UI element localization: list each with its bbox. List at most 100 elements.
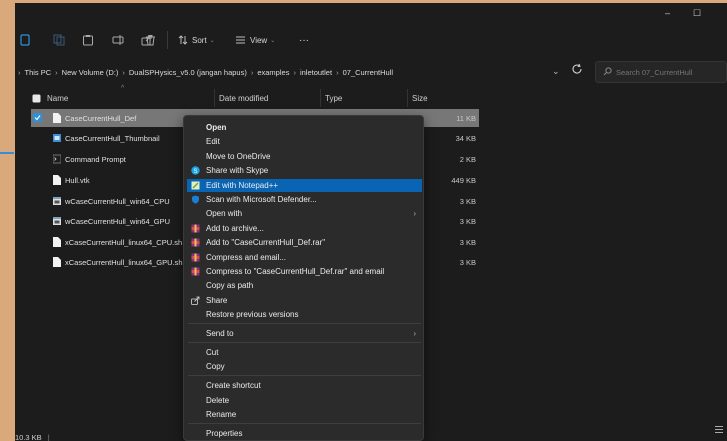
menu-item-share[interactable]: Share: [187, 294, 422, 307]
more-options-button[interactable]: ···: [299, 32, 309, 48]
chevron-right-icon: ›: [413, 209, 416, 218]
winrar-icon: [191, 267, 200, 276]
details-view-icon[interactable]: [714, 425, 724, 436]
column-header-type[interactable]: Type: [325, 89, 342, 107]
chevron-right-icon: ›: [336, 67, 339, 77]
menu-item-label: Edit with Notepad++: [206, 181, 279, 190]
batch-icon: [53, 197, 61, 205]
breadcrumb-this-pc[interactable]: This PC: [25, 68, 52, 77]
menu-item-scan-defender[interactable]: Scan with Microsoft Defender...: [187, 193, 422, 206]
search-input[interactable]: Search 07_CurrentHull: [595, 61, 727, 83]
menu-item-open-with[interactable]: Open with ›: [187, 207, 422, 220]
rename-icon[interactable]: [112, 32, 124, 48]
menu-item-restore-previous-versions[interactable]: Restore previous versions: [187, 308, 422, 321]
column-divider[interactable]: [407, 89, 408, 107]
breadcrumb-inletoutlet[interactable]: inletoutlet: [300, 68, 332, 77]
chevron-down-icon: ⌄: [270, 37, 276, 44]
column-divider[interactable]: [214, 89, 215, 107]
menu-item-cut[interactable]: Cut: [187, 346, 422, 359]
sort-label: Sort: [192, 35, 207, 45]
search-icon: [603, 67, 612, 78]
menu-item-compress-to-rar-email[interactable]: Compress to "CaseCurrentHull_Def.rar" an…: [187, 265, 422, 278]
notepadpp-icon: [191, 181, 200, 190]
menu-divider: [188, 375, 421, 376]
menu-item-label: Rename: [206, 410, 237, 419]
address-bar[interactable]: › This PC › New Volume (D:) › DualSPHysi…: [15, 61, 580, 83]
winrar-icon: [191, 224, 200, 233]
selection-size: 10.3 KB: [15, 432, 42, 441]
chevron-right-icon: ›: [250, 67, 254, 77]
menu-item-label: Delete: [206, 396, 230, 405]
file-size: 449 KB: [451, 175, 476, 185]
defender-icon: [192, 195, 199, 204]
breadcrumb-currenthull[interactable]: 07_CurrentHull: [343, 68, 393, 77]
file-size: 3 KB: [459, 257, 476, 267]
doc-icon: [53, 257, 61, 267]
view-label: View: [250, 35, 268, 45]
menu-item-label: Add to "CaseCurrentHull_Def.rar": [206, 238, 326, 247]
checkbox-checked-icon[interactable]: [33, 113, 42, 122]
menu-item-move-to-onedrive[interactable]: Move to OneDrive: [187, 150, 422, 163]
column-header-name[interactable]: Name: [47, 89, 68, 107]
menu-item-delete[interactable]: Delete: [187, 394, 422, 407]
doc-icon: [53, 175, 61, 185]
menu-item-copy[interactable]: Copy: [187, 360, 422, 373]
column-divider[interactable]: [320, 89, 321, 107]
menu-divider: [188, 342, 421, 343]
breadcrumb-volume[interactable]: New Volume (D:): [62, 68, 119, 77]
select-all-checkbox[interactable]: [32, 89, 41, 107]
doc-icon: [53, 237, 61, 247]
minimize-button[interactable]: –: [665, 8, 670, 18]
share-icon: [191, 296, 200, 305]
menu-item-label: Scan with Microsoft Defender...: [206, 195, 317, 204]
context-menu: Open Edit Move to OneDrive S Share with …: [183, 115, 424, 441]
paste-icon[interactable]: [82, 32, 94, 48]
menu-divider: [188, 323, 421, 324]
breadcrumb-dualsphysics[interactable]: DualSPHysics_v5.0 (jangan hapus): [129, 68, 247, 77]
toolbar-divider: [167, 31, 168, 49]
column-header-size[interactable]: Size: [412, 89, 428, 107]
menu-item-label: Share: [206, 296, 228, 305]
menu-item-send-to[interactable]: Send to ›: [187, 327, 422, 340]
menu-item-open[interactable]: Open: [187, 121, 422, 134]
chevron-down-icon[interactable]: ⌄: [552, 66, 560, 77]
menu-item-label: Edit: [206, 137, 220, 146]
menu-divider: [188, 423, 421, 424]
file-size: 3 KB: [459, 237, 476, 247]
menu-item-label: Cut: [206, 348, 219, 357]
menu-item-create-shortcut[interactable]: Create shortcut: [187, 379, 422, 392]
menu-item-label: Send to: [206, 329, 234, 338]
sort-button[interactable]: Sort ⌄: [178, 32, 215, 48]
file-name: wCaseCurrentHull_win64_GPU: [65, 216, 171, 226]
new-icon[interactable]: [20, 32, 30, 48]
menu-item-properties[interactable]: Properties: [187, 427, 422, 440]
file-size: 34 KB: [455, 133, 476, 143]
view-button[interactable]: View ⌄: [235, 32, 275, 48]
file-name: CaseCurrentHull_Thumbnail: [65, 133, 160, 143]
winrar-icon: [191, 253, 200, 262]
menu-item-label: Restore previous versions: [206, 310, 299, 319]
file-name: Command Prompt: [65, 154, 126, 164]
menu-item-share-with-skype[interactable]: S Share with Skype: [187, 164, 422, 177]
maximize-button[interactable]: ☐: [693, 8, 701, 19]
breadcrumb-examples[interactable]: examples: [257, 68, 289, 77]
trash-icon[interactable]: [145, 32, 156, 48]
column-header-date[interactable]: Date modified: [219, 89, 268, 107]
menu-item-add-to-archive[interactable]: Add to archive...: [187, 222, 422, 235]
menu-item-compress-and-email[interactable]: Compress and email...: [187, 251, 422, 264]
menu-item-edit-with-notepadpp[interactable]: Edit with Notepad++: [187, 179, 422, 192]
menu-item-edit[interactable]: Edit: [187, 135, 422, 148]
menu-item-rename[interactable]: Rename: [187, 408, 422, 421]
view-icon: [236, 36, 245, 44]
file-name: xCaseCurrentHull_linux64_GPU.sh: [65, 257, 183, 267]
menu-item-add-to-rar[interactable]: Add to "CaseCurrentHull_Def.rar": [187, 236, 422, 249]
status-divider: |: [47, 432, 50, 441]
refresh-icon[interactable]: [571, 63, 583, 77]
chevron-right-icon: ›: [18, 67, 21, 77]
menu-item-label: Move to OneDrive: [206, 152, 271, 161]
menu-item-label: Add to archive...: [206, 224, 264, 233]
sort-ascending-icon: ^: [121, 85, 125, 92]
copy-icon[interactable]: [53, 32, 65, 48]
menu-item-copy-as-path[interactable]: Copy as path: [187, 279, 422, 292]
menu-item-label: Open with: [206, 209, 243, 218]
